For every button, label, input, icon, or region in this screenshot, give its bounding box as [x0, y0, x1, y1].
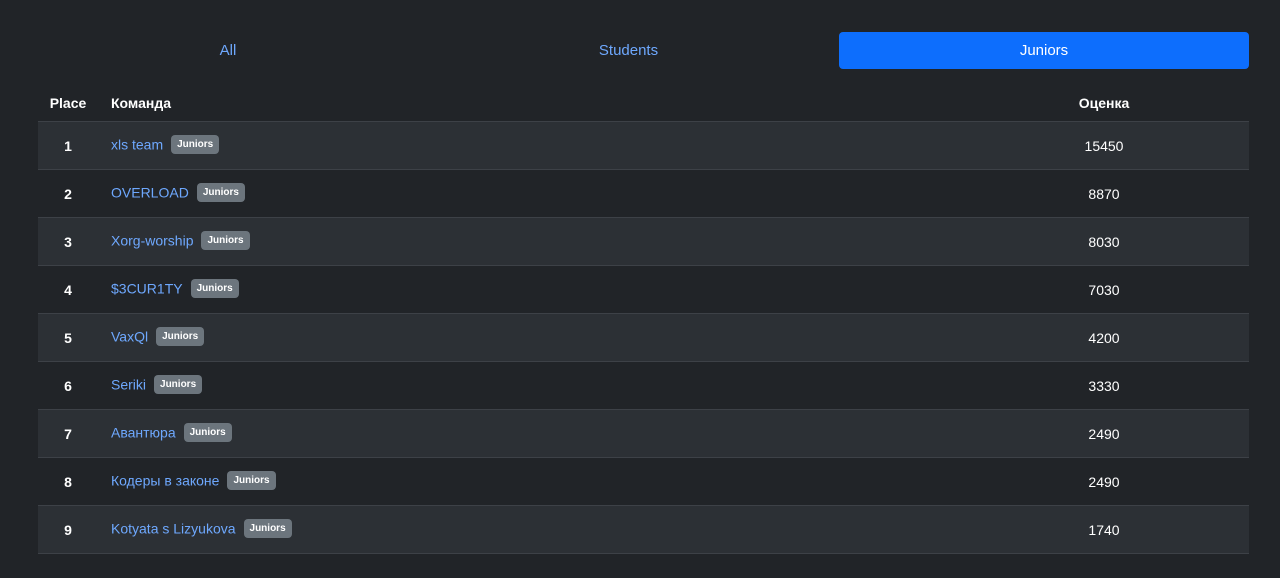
category-tabs: All Students Juniors	[38, 32, 1249, 69]
scoreboard-page: All Students Juniors Place Команда Оценк…	[0, 0, 1280, 578]
category-badge: Juniors	[196, 183, 245, 202]
tab-students[interactable]: Students	[418, 32, 839, 69]
category-badge: Juniors	[227, 471, 276, 490]
category-badge: Juniors	[243, 519, 292, 538]
score-cell: 1740	[959, 505, 1249, 554]
team-link[interactable]: Кодеры в законе	[111, 472, 219, 488]
team-link[interactable]: xls team	[111, 136, 163, 152]
category-badge: Juniors	[154, 375, 203, 394]
team-cell: Авантюра Juniors	[98, 409, 959, 458]
place-cell: 6	[38, 361, 98, 410]
place-cell: 9	[38, 505, 98, 554]
place-cell: 5	[38, 313, 98, 362]
table-header-row: Place Команда Оценка	[38, 84, 1249, 122]
team-link[interactable]: Xorg-worship	[111, 232, 193, 248]
table-row: 2 OVERLOAD Juniors 8870	[38, 169, 1249, 218]
table-row: 9 Kotyata s Lizyukova Juniors 1740	[38, 505, 1249, 554]
team-link[interactable]: Kotyata s Lizyukova	[111, 520, 236, 536]
category-badge: Juniors	[156, 327, 205, 346]
score-cell: 4200	[959, 313, 1249, 362]
score-cell: 7030	[959, 265, 1249, 314]
team-cell: OVERLOAD Juniors	[98, 169, 959, 218]
category-badge: Juniors	[201, 231, 250, 250]
team-link[interactable]: Авантюра	[111, 424, 176, 440]
team-link[interactable]: VaxQl	[111, 328, 148, 344]
score-cell: 2490	[959, 409, 1249, 458]
tab-all[interactable]: All	[38, 32, 418, 69]
place-cell: 7	[38, 409, 98, 458]
team-cell: Кодеры в законе Juniors	[98, 457, 959, 506]
table-row: 6 Seriki Juniors 3330	[38, 361, 1249, 410]
score-cell: 15450	[959, 121, 1249, 170]
header-place: Place	[38, 84, 98, 122]
team-cell: $3CUR1TY Juniors	[98, 265, 959, 314]
table-row: 5 VaxQl Juniors 4200	[38, 313, 1249, 362]
table-row: 3 Xorg-worship Juniors 8030	[38, 217, 1249, 266]
category-badge: Juniors	[171, 135, 220, 154]
team-link[interactable]: OVERLOAD	[111, 184, 189, 200]
team-cell: Seriki Juniors	[98, 361, 959, 410]
team-link[interactable]: $3CUR1TY	[111, 280, 183, 296]
place-cell: 2	[38, 169, 98, 218]
team-cell: VaxQl Juniors	[98, 313, 959, 362]
score-cell: 8030	[959, 217, 1249, 266]
tab-juniors[interactable]: Juniors	[839, 32, 1249, 69]
team-cell: xls team Juniors	[98, 121, 959, 170]
place-cell: 4	[38, 265, 98, 314]
place-cell: 1	[38, 121, 98, 170]
category-badge: Juniors	[183, 423, 232, 442]
team-cell: Xorg-worship Juniors	[98, 217, 959, 266]
score-cell: 2490	[959, 457, 1249, 506]
place-cell: 3	[38, 217, 98, 266]
category-badge: Juniors	[190, 279, 239, 298]
table-row: 4 $3CUR1TY Juniors 7030	[38, 265, 1249, 314]
score-cell: 3330	[959, 361, 1249, 410]
team-cell: Kotyata s Lizyukova Juniors	[98, 505, 959, 554]
place-cell: 8	[38, 457, 98, 506]
table-row: 7 Авантюра Juniors 2490	[38, 409, 1249, 458]
header-team: Команда	[98, 84, 959, 122]
scoreboard-table: Place Команда Оценка 1 xls team Juniors 1…	[38, 84, 1249, 554]
score-cell: 8870	[959, 169, 1249, 218]
table-row: 8 Кодеры в законе Juniors 2490	[38, 457, 1249, 506]
table-row: 1 xls team Juniors 15450	[38, 121, 1249, 170]
header-score: Оценка	[959, 84, 1249, 122]
team-link[interactable]: Seriki	[111, 376, 146, 392]
